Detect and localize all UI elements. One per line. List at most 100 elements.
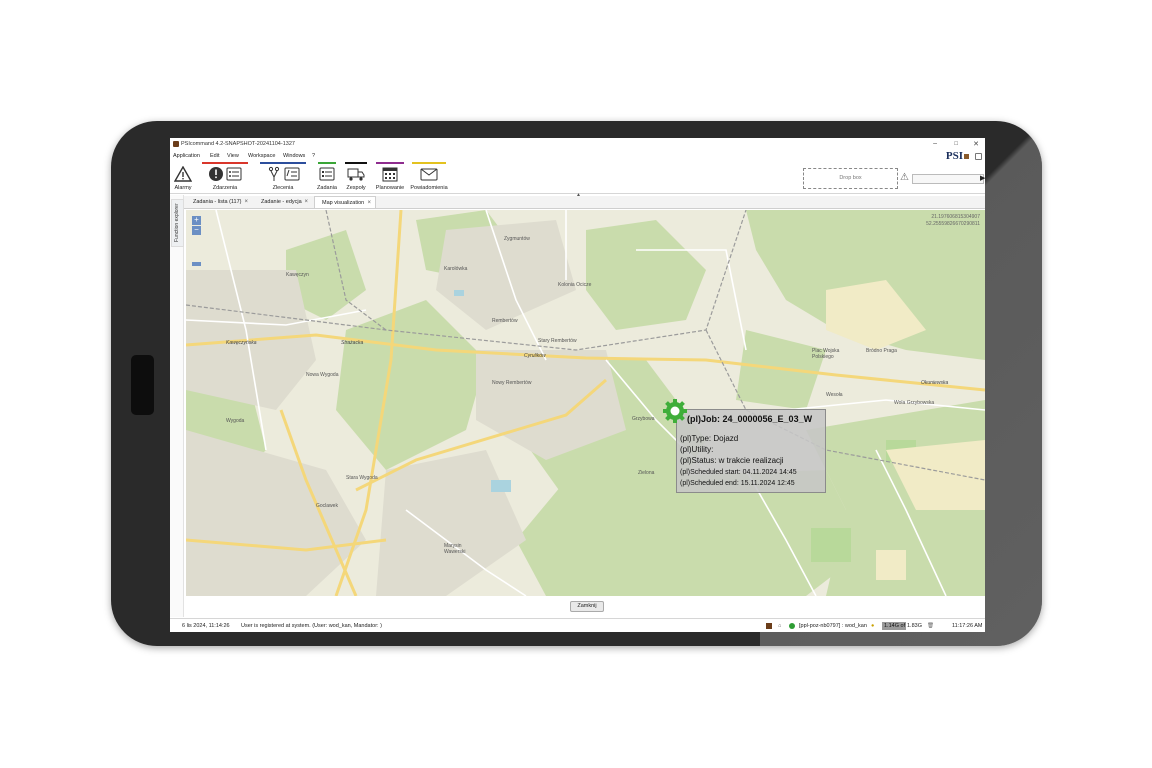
map-label: Grzybowa bbox=[632, 416, 655, 422]
street-label: Okuniewska bbox=[921, 380, 949, 386]
detach-icon[interactable] bbox=[975, 153, 982, 160]
coordinates-readout: 21.197606815304907 52.25559826670290811 bbox=[926, 214, 980, 228]
tab-map-visualization[interactable]: Map visualization × bbox=[314, 196, 376, 208]
toolbar-search-field[interactable] bbox=[912, 174, 984, 184]
status-clock: 11:17:26 AM bbox=[952, 623, 983, 629]
menu-windows[interactable]: Windows bbox=[283, 153, 305, 159]
tab-close-icon[interactable]: × bbox=[244, 196, 248, 208]
toolbar-zespoly-color-bar bbox=[345, 162, 367, 164]
status-datetime: 6 lis 2024, 11:14:26 bbox=[182, 623, 230, 629]
tooltip-status: (pl)Status: w trakcie realizacji bbox=[680, 456, 784, 465]
zoom-out-button[interactable]: − bbox=[192, 226, 201, 235]
menu-edit[interactable]: Edit bbox=[210, 153, 219, 159]
minimize-button[interactable]: – bbox=[933, 140, 937, 147]
map-label: Karolówka bbox=[444, 266, 468, 272]
warning-icon[interactable]: ⚠ bbox=[900, 172, 909, 183]
toolbar-alarmy-color-bar bbox=[174, 162, 192, 164]
gear-marker-icon[interactable] bbox=[662, 398, 688, 424]
user-icon: ● bbox=[871, 623, 875, 629]
envelope-icon bbox=[420, 168, 438, 181]
toolbar-zadania-label: Zadania bbox=[317, 185, 337, 191]
job-tooltip: (pl)Job: 24_0000056_E_03_W (pl)Type: Doj… bbox=[676, 409, 826, 493]
window-title: PSIcommand 4.2-SNAPSHOT-20241104-1327 bbox=[181, 141, 295, 147]
tooltip-scheduled-end: (pl)Scheduled end: 15.11.2024 12:45 bbox=[680, 480, 795, 487]
menu-application[interactable]: Application bbox=[173, 153, 200, 159]
tab-zadanie-edycja[interactable]: Zadanie - edycja × bbox=[254, 196, 312, 208]
toolbar-planowanie-label: Planowanie bbox=[375, 185, 405, 191]
toolbar-zdarzenia-label: Zdarzenia bbox=[212, 185, 238, 191]
play-arrow-icon[interactable]: ▶ bbox=[980, 174, 985, 182]
side-panel: Function explorer bbox=[170, 195, 184, 617]
close-window-button[interactable]: ✕ bbox=[973, 140, 979, 148]
map-label: Nowa Wygoda bbox=[306, 372, 339, 378]
tablet-home-button bbox=[131, 355, 154, 415]
toolbar-alarmy[interactable]: Alarmy bbox=[172, 161, 194, 193]
function-explorer-label: Function explorer bbox=[174, 203, 180, 242]
menu-workspace[interactable]: Workspace bbox=[248, 153, 275, 159]
function-explorer-tab[interactable]: Function explorer bbox=[171, 199, 184, 247]
maximize-button[interactable]: □ bbox=[954, 141, 958, 147]
tab-zadania-lista[interactable]: Zadania - lista (117) × bbox=[186, 196, 252, 208]
map-label: Zygmuntów bbox=[504, 236, 530, 242]
map-label: Kawęczyn bbox=[286, 272, 309, 278]
status-session: [ppl-poz-nb0797] : wod_kan bbox=[799, 623, 867, 629]
street-label: Cyrulików bbox=[524, 353, 546, 359]
map-label: Stary Rembertów bbox=[538, 338, 577, 344]
tooltip-scheduled-start: (pl)Scheduled start: 04.11.2024 14:45 bbox=[680, 469, 797, 476]
status-message: User is registered at system. (User: wod… bbox=[241, 623, 382, 629]
tab-close-icon[interactable]: × bbox=[304, 196, 308, 208]
street-label: Strażacka bbox=[341, 340, 364, 346]
toolbar-zlecenia-color-bar bbox=[260, 162, 306, 164]
home-icon[interactable]: ⌂ bbox=[778, 623, 781, 629]
tab-close-icon[interactable]: × bbox=[367, 197, 371, 209]
toolbar-zadania-color-bar bbox=[318, 162, 336, 164]
toolbar-zadania[interactable]: Zadania bbox=[316, 161, 338, 193]
toolbar-planowanie[interactable]: Planowanie bbox=[374, 161, 406, 193]
trash-icon[interactable]: 🗑 bbox=[927, 623, 934, 629]
map-label: Bródno Praga bbox=[866, 348, 897, 354]
toolbar-zdarzenia[interactable]: Zdarzenia bbox=[200, 161, 250, 193]
toolbar-alarmy-label: Alarmy bbox=[174, 185, 192, 191]
toolbar-zlecenia[interactable]: Zlecenia bbox=[258, 161, 308, 193]
psi-logo-mark bbox=[964, 154, 969, 159]
coord-line-1: 21.197606815304907 bbox=[931, 214, 980, 220]
connection-status-icon bbox=[789, 623, 795, 629]
zamknij-button[interactable]: Zamknij bbox=[570, 601, 604, 612]
map-label: Marysin Wawerski bbox=[444, 543, 466, 555]
status-bar: 6 lis 2024, 11:14:26 User is registered … bbox=[170, 618, 985, 632]
orders-icon bbox=[268, 166, 300, 181]
coord-line-2: 52.25559826670290811 bbox=[926, 221, 980, 227]
app-window: PSIcommand 4.2-SNAPSHOT-20241104-1327 – … bbox=[170, 138, 985, 632]
status-app-icon bbox=[766, 623, 772, 629]
main-toolbar: Alarmy Zdarzenia Zlecenia Zadania Zespoł… bbox=[170, 161, 985, 194]
map-label: Plac Wojska Polskiego bbox=[812, 348, 840, 360]
tooltip-job: (pl)Job: 24_0000056_E_03_W bbox=[687, 414, 813, 424]
map-label: Wola Grzybowska bbox=[894, 400, 935, 406]
toolbar-zespoly[interactable]: Zespoły bbox=[343, 161, 369, 193]
toolbar-zlecenia-label: Zlecenia bbox=[272, 185, 294, 191]
title-bar: PSIcommand 4.2-SNAPSHOT-20241104-1327 – … bbox=[170, 138, 985, 150]
drop-box[interactable]: Drop box bbox=[803, 168, 898, 189]
tooltip-type: (pl)Type: Dojazd bbox=[680, 434, 739, 443]
map-label: Stara Wygoda bbox=[346, 475, 378, 481]
toolbar-powiadomienia[interactable]: Powiadomienia bbox=[410, 161, 448, 193]
map-label: Kolonia Ocicze bbox=[558, 282, 592, 288]
layer-switch-button[interactable] bbox=[192, 262, 201, 266]
editor-tabs: Zadania - lista (117) × Zadanie - edycja… bbox=[184, 196, 985, 209]
memory-total-label: 1.83G bbox=[907, 623, 922, 629]
toolbar-powiadomienia-label: Powiadomienia bbox=[410, 185, 448, 191]
tab-zadania-lista-label: Zadania - lista (117) bbox=[193, 199, 242, 205]
map-label: Wesoła bbox=[826, 392, 843, 398]
menu-view[interactable]: View bbox=[227, 153, 239, 159]
toolbar-zdarzenia-color-bar bbox=[202, 162, 248, 164]
memory-usage-bar: 1.14G of bbox=[882, 622, 906, 630]
calendar-icon bbox=[382, 167, 398, 182]
zoom-in-button[interactable]: + bbox=[192, 216, 201, 225]
map-label: Nowy Rembertów bbox=[492, 380, 532, 386]
memory-used-label: 1.14G of bbox=[884, 623, 906, 629]
tooltip-utility: (pl)Utility: bbox=[680, 445, 714, 454]
menu-help[interactable]: ? bbox=[312, 153, 315, 159]
map-view[interactable]: Karolówka Rembertów Stary Rembertów Nowy… bbox=[186, 210, 985, 596]
map-label: Goclawek bbox=[316, 503, 338, 509]
tasks-icon bbox=[319, 167, 335, 181]
